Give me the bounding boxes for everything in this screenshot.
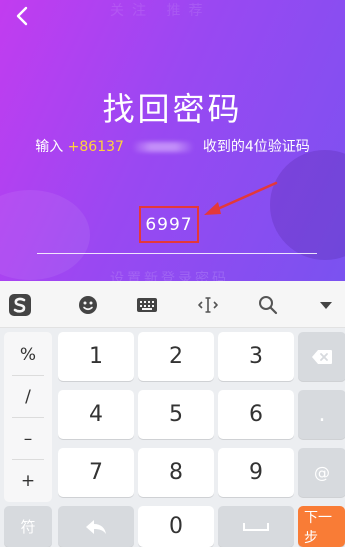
header-hero: 关注 推荐 找回密码 输入 +86137 收到的4位验证码 6997 设置新登录…	[0, 0, 345, 281]
search-button[interactable]	[248, 281, 288, 328]
emoji-icon	[79, 295, 97, 314]
cursor-move-icon	[198, 296, 218, 313]
sogou-logo-button[interactable]	[0, 281, 40, 328]
symbols-key[interactable]: 符	[4, 506, 52, 547]
symbol-column: % / – +	[4, 332, 52, 502]
symbol-key-percent[interactable]: %	[4, 334, 52, 376]
key-9[interactable]: 9	[218, 448, 294, 497]
dot-key[interactable]: .	[298, 390, 345, 439]
key-4[interactable]: 4	[58, 390, 134, 439]
background-hint-text: 设置新登录密码	[110, 271, 229, 281]
return-key[interactable]	[58, 506, 134, 547]
key-7[interactable]: 7	[58, 448, 134, 497]
key-0[interactable]: 0	[138, 506, 214, 547]
return-arrow-icon	[86, 519, 106, 534]
keyboard-switch-button[interactable]	[127, 281, 167, 328]
symbol-key-slash[interactable]: /	[4, 376, 52, 418]
space-icon	[243, 522, 269, 531]
emoji-button[interactable]	[68, 281, 108, 328]
backspace-icon	[312, 349, 332, 364]
key-1[interactable]: 1	[58, 332, 134, 381]
symbol-key-plus[interactable]: +	[4, 460, 52, 502]
key-5[interactable]: 5	[138, 390, 214, 439]
key-2[interactable]: 2	[138, 332, 214, 381]
collapse-keyboard-button[interactable]	[306, 281, 345, 328]
search-icon	[259, 295, 278, 314]
key-8[interactable]: 8	[138, 448, 214, 497]
chevron-down-icon	[320, 301, 332, 309]
annotation-arrow-icon	[204, 181, 278, 215]
key-3[interactable]: 3	[218, 332, 294, 381]
backspace-key[interactable]	[298, 332, 345, 381]
key-6[interactable]: 6	[218, 390, 294, 439]
keyboard-toolbar	[0, 281, 345, 328]
keyboard-icon	[137, 297, 157, 312]
cursor-move-button[interactable]	[188, 281, 228, 328]
numeric-keyboard: % / – + 1 2 3 4 5 6 . 7 8 9 @ 符 0 下一步	[0, 328, 345, 547]
next-step-button[interactable]: 下一步	[298, 506, 345, 547]
at-key[interactable]: @	[298, 448, 345, 497]
symbol-key-minus[interactable]: –	[4, 418, 52, 460]
space-key[interactable]	[218, 506, 294, 547]
sogou-logo-icon	[9, 293, 31, 316]
